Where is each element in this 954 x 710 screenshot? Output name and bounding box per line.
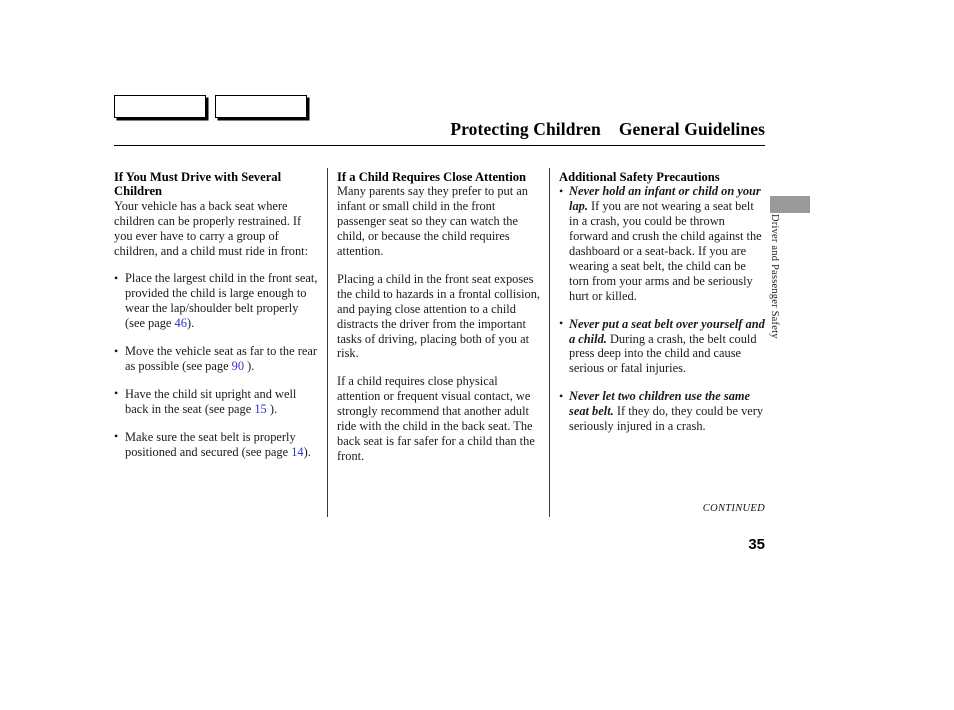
col2-paragraph-1: Many parents say they prefer to put an i… [337,184,528,259]
header-divider-rule [114,145,765,146]
bullet-text-before: Place the largest child in the front sea… [125,271,318,331]
column-divider-1 [327,168,328,517]
bullet-text-after: ). [244,358,255,373]
col1-bullet-list: Place the largest child in the front sea… [114,271,320,459]
col3-heading: Additional Safety Precautions [559,170,720,184]
col1-heading: If You Must Drive with Several Children [114,170,282,199]
page-reference-link[interactable]: 14 [291,445,303,459]
page-reference-link[interactable]: 90 [232,359,244,373]
column-divider-2 [549,168,550,517]
list-item: Have the child sit upright and well back… [114,386,320,417]
col3-bullet-list: Never hold an infant or child on your la… [559,184,766,434]
header-tab-box-2 [215,95,307,118]
list-item: Make sure the seat belt is properly posi… [114,429,320,460]
bullet-text-after: ). [303,444,311,459]
section-thumb-tab-marker [770,196,810,213]
bullet-text-after: ). [266,401,278,416]
column-three: Additional Safety Precautions Never hold… [559,170,766,434]
bullet-text-before: Make sure the seat belt is properly posi… [125,429,296,459]
page-number: 35 [748,536,765,553]
col2-heading: If a Child Requires Close Attention [337,170,527,184]
continued-label: CONTINUED [702,503,765,514]
col2-paragraph-3: If a child requires close physical atten… [337,374,535,463]
warning-body: If you are not wearing a seat belt in a … [569,199,762,303]
section-title: General Guidelines [618,119,765,139]
bullet-text-before: Move the vehicle seat as far to the rear… [125,344,317,373]
list-item: Place the largest child in the front sea… [114,271,320,331]
col2-paragraph-2: Placing a child in the front seat expose… [337,271,541,361]
page-reference-link[interactable]: 15 [254,402,266,416]
list-item: Never hold an infant or child on your la… [559,184,766,303]
list-item: Never put a seat belt over yourself and … [559,316,766,377]
bullet-text-after: ). [186,316,195,331]
list-item: Never let two children use the same seat… [559,389,766,434]
chapter-title: Protecting Children [450,119,601,139]
column-two: If a Child Requires Close Attention Many… [337,170,542,464]
section-thumb-tab-label: Driver and Passenger Safety [769,214,780,339]
header-tab-box-1 [114,95,206,118]
page-reference-link[interactable]: 46 [175,316,187,330]
col1-intro-paragraph: Your vehicle has a back seat where child… [114,198,309,258]
list-item: Move the vehicle seat as far to the rear… [114,344,320,374]
page-header: Protecting Children General Guidelines [114,119,765,143]
manual-page: Protecting Children General Guidelines If… [0,0,954,710]
column-one: If You Must Drive with Several Children … [114,170,320,460]
